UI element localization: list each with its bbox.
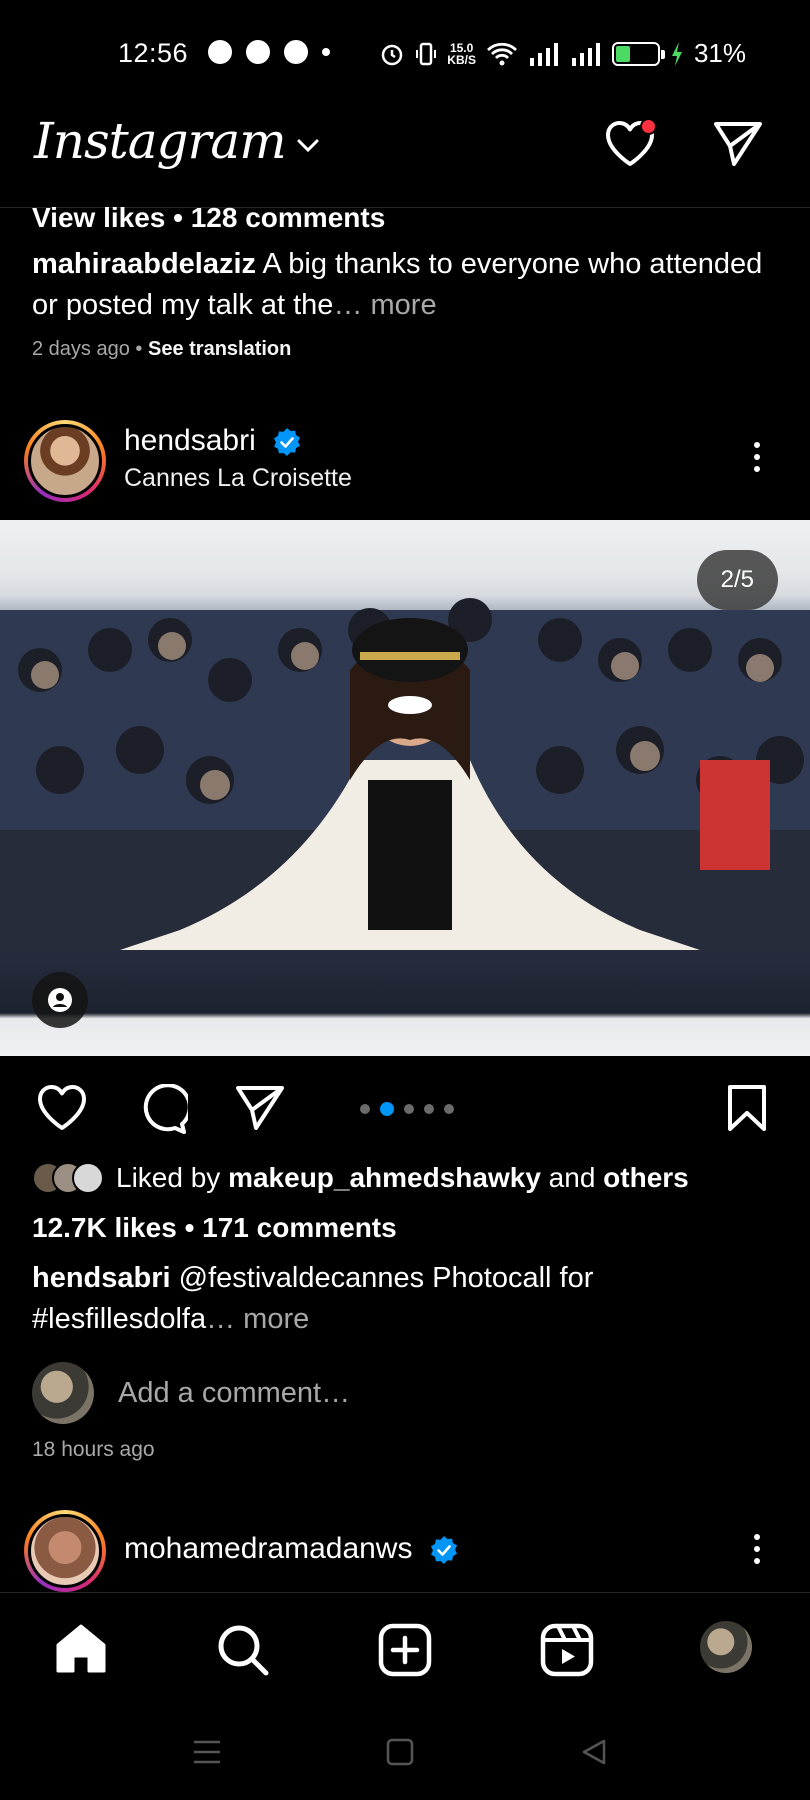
- home-icon[interactable]: [54, 1623, 108, 1675]
- battery-fill: [615, 45, 630, 62]
- direct-messages-icon[interactable]: [712, 120, 764, 168]
- chevron-down-icon[interactable]: [296, 138, 320, 154]
- notification-icons: [208, 40, 330, 64]
- story-ring-avatar[interactable]: [24, 420, 106, 502]
- carousel-dot: [424, 1104, 434, 1114]
- net-speed-value: 15.0: [449, 40, 474, 55]
- post-image[interactable]: 2/5: [0, 520, 810, 1056]
- alarm-icon: [382, 44, 403, 65]
- net-speed-unit: KB/S: [447, 52, 476, 67]
- add-comment-input[interactable]: Add a comment…: [118, 1377, 350, 1410]
- view-likes-link[interactable]: View likes: [32, 202, 165, 233]
- see-translation-link[interactable]: See translation: [148, 338, 291, 360]
- story-ring-avatar[interactable]: [24, 1510, 106, 1592]
- post-location[interactable]: Cannes La Croisette: [124, 464, 352, 493]
- notification-dot: [640, 118, 657, 135]
- person-icon: [48, 988, 72, 1012]
- caption-username[interactable]: mahiraabdelaziz: [32, 248, 256, 280]
- liked-by-prefix: Liked by: [116, 1162, 221, 1193]
- verified-badge-icon: [274, 428, 301, 457]
- post-username[interactable]: mohamedramadanws: [124, 1532, 412, 1565]
- carousel-dot: [360, 1104, 370, 1114]
- more-options-icon[interactable]: [752, 442, 762, 472]
- previous-post-footer: View likes • 128 comments mahiraabdelazi…: [32, 202, 792, 361]
- signal-icon: [571, 42, 600, 66]
- avatar: [28, 424, 102, 498]
- caption-username[interactable]: hendsabri: [32, 1262, 171, 1294]
- liker-avatars[interactable]: [32, 1162, 104, 1194]
- battery-percent: 31%: [693, 38, 746, 68]
- net-speed: 15.0 KB/S: [447, 42, 476, 66]
- liked-by-username[interactable]: makeup_ahmedshawky: [228, 1162, 541, 1194]
- photo-content: [0, 598, 810, 950]
- likes-count[interactable]: 12.7K likes: [32, 1212, 177, 1243]
- charging-icon: [671, 41, 682, 66]
- add-comment-row: Add a comment…: [32, 1362, 350, 1424]
- post-caption: hendsabri @festivaldecannes Photocall fo…: [32, 1258, 752, 1340]
- post-username-row: hendsabri: [124, 424, 302, 458]
- signal-icon: [529, 42, 558, 66]
- next-post-username-row: mohamedramadanws: [124, 1532, 459, 1566]
- liked-by-and: and: [548, 1162, 596, 1193]
- status-bar: 12:56 15.0 KB/S 31%: [0, 0, 810, 100]
- verified-badge-icon: [430, 1536, 457, 1565]
- carousel-counter: 2/5: [696, 550, 778, 610]
- carousel-dot: [404, 1104, 414, 1114]
- system-navigation-bar: [0, 1702, 810, 1800]
- carousel-dot-active: [380, 1102, 394, 1116]
- previous-post-caption: mahiraabdelaziz A big thanks to everyone…: [32, 244, 792, 326]
- comments-count[interactable]: 171 comments: [202, 1212, 397, 1243]
- bottom-navigation: [0, 1592, 810, 1702]
- tagged-people-icon[interactable]: [32, 972, 88, 1028]
- share-icon[interactable]: [234, 1084, 286, 1132]
- dot-icon: [322, 48, 330, 56]
- post-time: 2 days ago: [32, 338, 130, 360]
- comment-icon[interactable]: [136, 1084, 188, 1136]
- carousel-indicator: [360, 1102, 454, 1116]
- stats-separator: •: [173, 202, 191, 233]
- profile-avatar[interactable]: [698, 1619, 754, 1675]
- status-time: 12:56: [118, 38, 189, 68]
- app-header: Instagram: [0, 100, 810, 208]
- comments-link[interactable]: 128 comments: [191, 202, 386, 233]
- wifi-icon: [486, 42, 517, 65]
- more-link[interactable]: … more: [333, 289, 436, 321]
- previous-post-stats: View likes • 128 comments: [32, 202, 792, 234]
- avatar: [32, 1362, 94, 1424]
- like-heart-icon[interactable]: [36, 1084, 88, 1132]
- meta-separator: •: [135, 338, 148, 360]
- vibrate-icon: [416, 42, 437, 65]
- post-stats: 12.7K likes • 171 comments: [32, 1212, 397, 1244]
- messenger-icon: [284, 40, 308, 64]
- reels-icon[interactable]: [540, 1623, 594, 1677]
- post-username[interactable]: hendsabri: [124, 424, 256, 457]
- liked-by-others[interactable]: others: [603, 1162, 689, 1194]
- avatar: [28, 1514, 102, 1588]
- previous-post-meta: 2 days ago • See translation: [32, 338, 792, 361]
- more-link[interactable]: … more: [206, 1303, 309, 1335]
- system-icons: 15.0 KB/S 31%: [379, 38, 746, 69]
- post-time: 18 hours ago: [32, 1438, 155, 1461]
- chat-bubble-icon: [208, 40, 232, 64]
- post-actions: [0, 1080, 810, 1140]
- instagram-logo[interactable]: Instagram: [34, 112, 287, 170]
- next-post-header: mohamedramadanws: [0, 1510, 810, 1592]
- bookmark-icon[interactable]: [726, 1084, 768, 1132]
- liked-by-row: Liked by makeup_ahmedshawky and others: [32, 1162, 689, 1194]
- post-header: hendsabri Cannes La Croisette: [0, 418, 810, 508]
- back-icon[interactable]: [580, 1738, 608, 1766]
- menu-icon[interactable]: [192, 1738, 222, 1766]
- battery-icon: [611, 41, 665, 66]
- create-icon[interactable]: [378, 1623, 432, 1677]
- more-options-icon[interactable]: [752, 1534, 762, 1564]
- home-button-icon[interactable]: [386, 1738, 414, 1766]
- snapchat-icon: [246, 40, 270, 64]
- carousel-dot: [444, 1104, 454, 1114]
- search-icon[interactable]: [216, 1623, 270, 1677]
- stats-separator: •: [184, 1212, 203, 1243]
